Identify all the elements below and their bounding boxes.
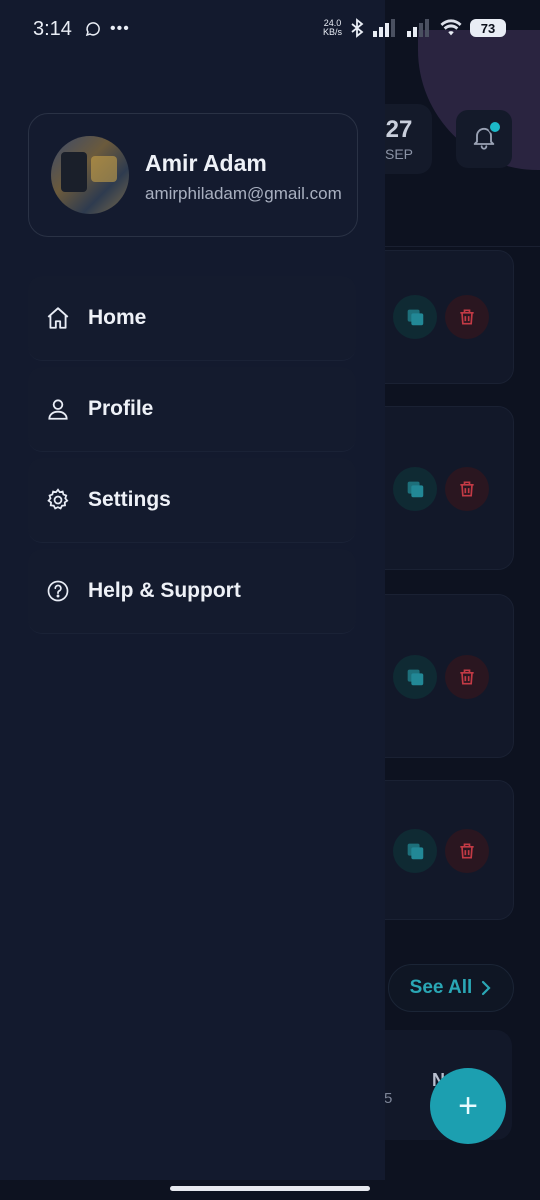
screen: 27 SEP See All 5 + Amir Adam amirphilada… bbox=[0, 0, 540, 1200]
delete-button[interactable] bbox=[445, 295, 489, 339]
copy-icon bbox=[407, 843, 424, 860]
navigation-drawer: Amir Adam amirphiladam@gmail.com Home Pr… bbox=[0, 0, 385, 1180]
status-system-icons: 24.0 KB/s 73 bbox=[323, 18, 506, 38]
drawer-menu: Home Profile Settings Help & Support bbox=[28, 276, 356, 640]
add-fab-button[interactable]: + bbox=[430, 1068, 506, 1144]
home-indicator[interactable] bbox=[170, 1186, 370, 1191]
see-all-label: See All bbox=[409, 977, 473, 998]
copy-icon bbox=[407, 481, 424, 498]
copy-icon bbox=[407, 669, 424, 686]
trash-icon bbox=[460, 309, 474, 325]
copy-button[interactable] bbox=[393, 829, 437, 873]
status-time: 3:14 bbox=[33, 18, 72, 40]
copy-button[interactable] bbox=[393, 655, 437, 699]
notification-dot bbox=[488, 120, 502, 134]
delete-button[interactable] bbox=[445, 467, 489, 511]
notification-button[interactable] bbox=[456, 110, 512, 168]
help-icon bbox=[44, 577, 72, 605]
status-bar: 3:14 ••• 24.0 KB/s 73 bbox=[0, 0, 540, 60]
menu-item-help[interactable]: Help & Support bbox=[28, 549, 356, 634]
menu-label: Settings bbox=[88, 488, 171, 511]
bottom-number: 5 bbox=[384, 1090, 393, 1107]
profile-name: Amir Adam bbox=[145, 150, 267, 176]
menu-item-home[interactable]: Home bbox=[28, 276, 356, 361]
signal-icon bbox=[407, 19, 429, 37]
see-all-button[interactable]: See All bbox=[388, 964, 514, 1012]
trash-icon bbox=[460, 481, 474, 497]
home-icon bbox=[44, 304, 72, 332]
trash-icon bbox=[460, 843, 474, 859]
delete-button[interactable] bbox=[445, 829, 489, 873]
delete-button[interactable] bbox=[445, 655, 489, 699]
trash-icon bbox=[460, 669, 474, 685]
wifi-icon bbox=[440, 19, 462, 36]
battery-indicator: 73 bbox=[470, 19, 506, 37]
network-speed-unit: KB/s bbox=[322, 27, 342, 37]
menu-label: Profile bbox=[88, 397, 154, 420]
copy-button[interactable] bbox=[393, 295, 437, 339]
menu-label: Help & Support bbox=[88, 579, 241, 602]
battery-level: 73 bbox=[480, 20, 496, 36]
menu-label: Home bbox=[88, 306, 147, 329]
avatar bbox=[51, 136, 129, 214]
menu-item-profile[interactable]: Profile bbox=[28, 367, 356, 452]
profile-card[interactable]: Amir Adam amirphiladam@gmail.com bbox=[28, 113, 358, 237]
profile-email: amirphiladam@gmail.com bbox=[145, 184, 342, 203]
whatsapp-icon bbox=[85, 22, 100, 37]
more-icon: ••• bbox=[110, 20, 130, 37]
bluetooth-icon bbox=[351, 18, 364, 38]
status-notifications: ••• bbox=[84, 20, 130, 38]
user-icon bbox=[44, 395, 72, 423]
signal-icon bbox=[373, 19, 395, 37]
plus-icon: + bbox=[458, 1086, 478, 1125]
menu-item-settings[interactable]: Settings bbox=[28, 458, 356, 543]
copy-icon bbox=[407, 309, 424, 326]
chevron-right-icon bbox=[482, 980, 491, 996]
copy-button[interactable] bbox=[393, 467, 437, 511]
gear-icon bbox=[44, 486, 72, 514]
network-speed: 24.0 KB/s bbox=[323, 19, 342, 37]
